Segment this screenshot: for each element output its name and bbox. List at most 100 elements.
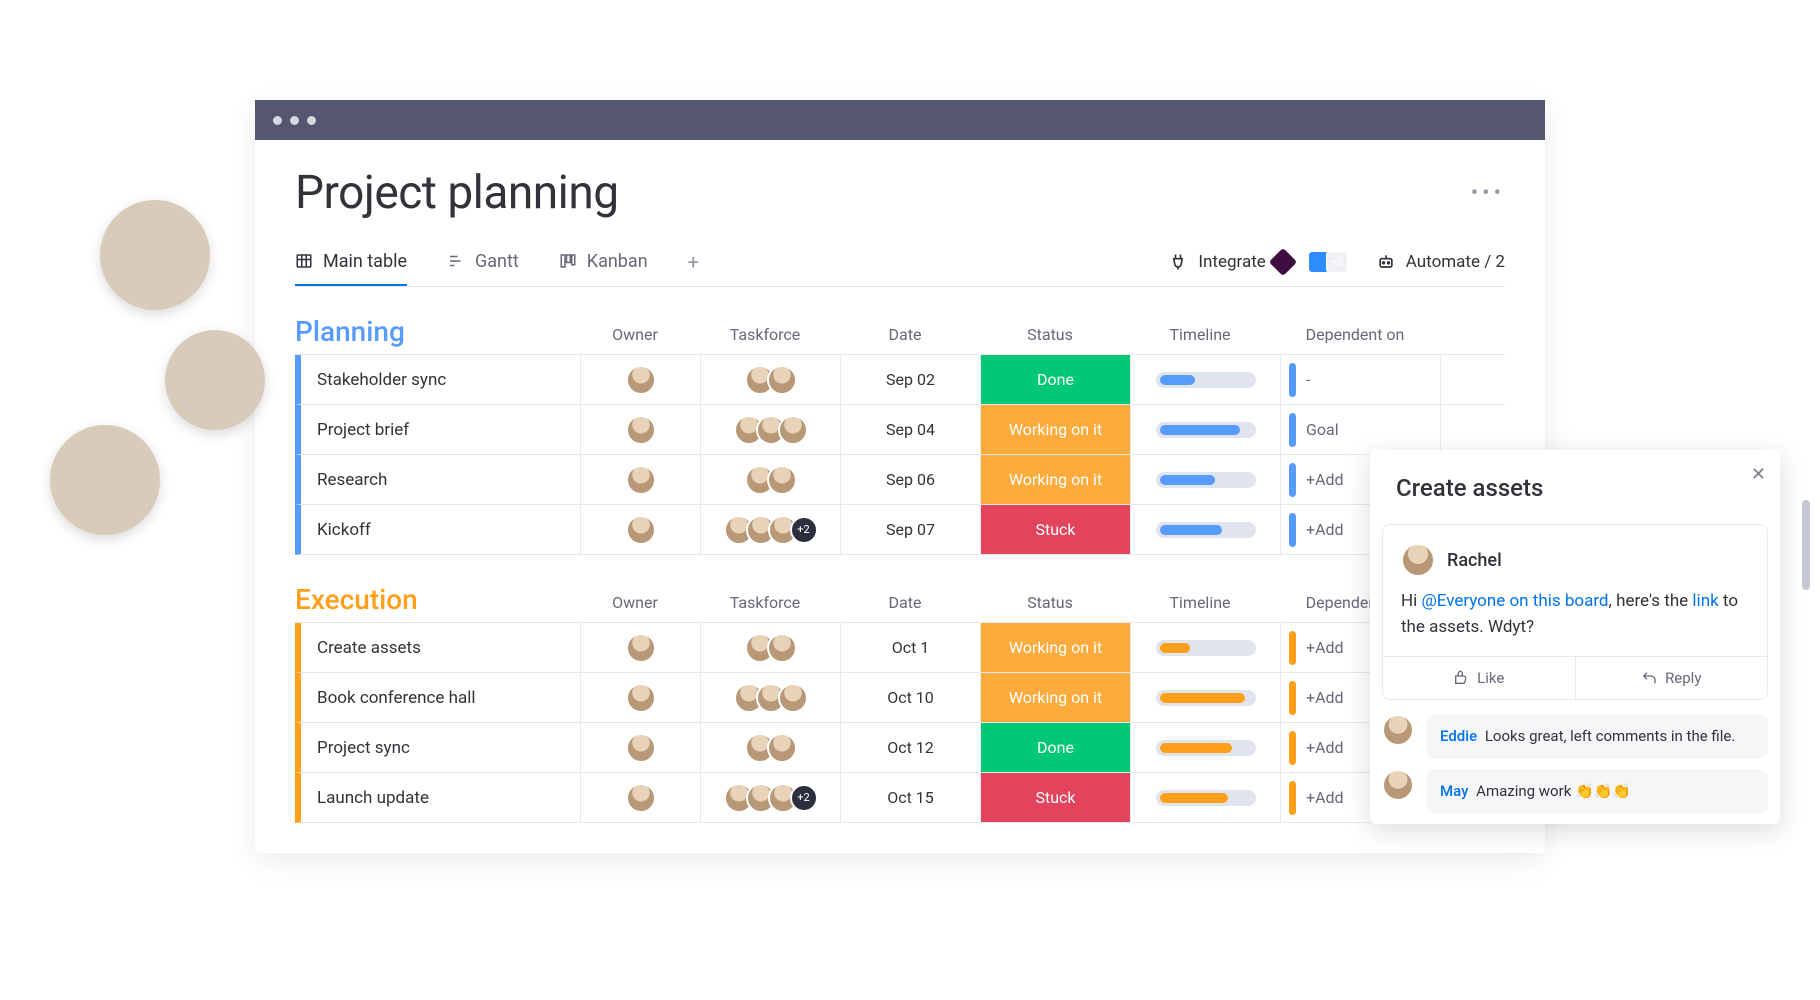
date-cell[interactable]: Sep 07	[841, 505, 981, 554]
task-name[interactable]: Project sync	[301, 723, 581, 772]
date-cell[interactable]: Sep 06	[841, 455, 981, 504]
more-menu-icon[interactable]: •••	[1471, 181, 1505, 206]
avatar[interactable]	[767, 633, 797, 663]
table-row[interactable]: Project sync Oct 12 Done +Add	[295, 723, 1505, 773]
column-header-owner[interactable]: Owner	[575, 325, 695, 348]
timeline-cell[interactable]	[1131, 405, 1281, 454]
avatar[interactable]	[626, 783, 656, 813]
mention[interactable]: @Everyone on this board	[1421, 591, 1608, 611]
integrate-button[interactable]: Integrate M +2	[1168, 251, 1347, 273]
date-cell[interactable]: Oct 1	[841, 623, 981, 672]
column-header-date[interactable]: Date	[835, 593, 975, 616]
taskforce-cell[interactable]	[701, 405, 841, 454]
status-cell[interactable]: Working on it	[981, 673, 1131, 722]
column-header-taskforce[interactable]: Taskforce	[695, 593, 835, 616]
timeline-cell[interactable]	[1131, 455, 1281, 504]
task-name[interactable]: Project brief	[301, 405, 581, 454]
avatar[interactable]	[626, 733, 656, 763]
avatar[interactable]	[626, 515, 656, 545]
taskforce-cell[interactable]	[701, 355, 841, 404]
taskforce-cell[interactable]	[701, 455, 841, 504]
status-cell[interactable]: Working on it	[981, 455, 1131, 504]
dependent-cell[interactable]: -	[1281, 355, 1441, 404]
dependent-cell[interactable]: Goal	[1281, 405, 1441, 454]
task-name[interactable]: Book conference hall	[301, 673, 581, 722]
task-name[interactable]: Stakeholder sync	[301, 355, 581, 404]
owner-cell[interactable]	[581, 773, 701, 822]
table-row[interactable]: Research Sep 06 Working on it +Add	[295, 455, 1505, 505]
taskforce-cell[interactable]	[701, 623, 841, 672]
avatar-overflow[interactable]: +2	[790, 516, 818, 544]
tab-main-table[interactable]: Main table	[295, 251, 407, 286]
table-row[interactable]: Project brief Sep 04 Working on it Goal	[295, 405, 1505, 455]
reply-author[interactable]: Eddie	[1440, 727, 1477, 745]
avatar[interactable]	[778, 683, 808, 713]
status-cell[interactable]: Done	[981, 723, 1131, 772]
group-title[interactable]: Execution	[295, 583, 575, 616]
table-row[interactable]: Create assets Oct 1 Working on it +Add	[295, 623, 1505, 673]
owner-cell[interactable]	[581, 405, 701, 454]
taskforce-cell[interactable]	[701, 723, 841, 772]
window-control[interactable]	[307, 116, 316, 125]
window-control[interactable]	[273, 116, 282, 125]
avatar[interactable]	[626, 415, 656, 445]
owner-cell[interactable]	[581, 505, 701, 554]
timeline-cell[interactable]	[1131, 623, 1281, 672]
column-header-owner[interactable]: Owner	[575, 593, 695, 616]
status-cell[interactable]: Working on it	[981, 405, 1131, 454]
table-row[interactable]: Stakeholder sync Sep 02 Done -	[295, 355, 1505, 405]
task-name[interactable]: Kickoff	[301, 505, 581, 554]
column-header-status[interactable]: Status	[975, 325, 1125, 348]
avatar[interactable]	[626, 465, 656, 495]
taskforce-cell[interactable]: +2	[701, 505, 841, 554]
reply-button[interactable]: Reply	[1576, 657, 1768, 699]
column-header-timeline[interactable]: Timeline	[1125, 593, 1275, 616]
date-cell[interactable]: Oct 12	[841, 723, 981, 772]
status-cell[interactable]: Stuck	[981, 773, 1131, 822]
avatar[interactable]	[626, 365, 656, 395]
avatar[interactable]	[767, 733, 797, 763]
column-header-dependent[interactable]: Dependent on	[1275, 325, 1435, 348]
owner-cell[interactable]	[581, 673, 701, 722]
table-row[interactable]: Kickoff +2 Sep 07 Stuck +Add	[295, 505, 1505, 555]
column-header-date[interactable]: Date	[835, 325, 975, 348]
table-row[interactable]: Book conference hall Oct 10 Working on i…	[295, 673, 1505, 723]
avatar[interactable]	[767, 365, 797, 395]
close-icon[interactable]: ✕	[1751, 464, 1766, 485]
owner-cell[interactable]	[581, 355, 701, 404]
date-cell[interactable]: Oct 10	[841, 673, 981, 722]
status-cell[interactable]: Done	[981, 355, 1131, 404]
avatar[interactable]	[626, 633, 656, 663]
timeline-cell[interactable]	[1131, 673, 1281, 722]
date-cell[interactable]: Sep 04	[841, 405, 981, 454]
like-button[interactable]: Like	[1383, 657, 1576, 699]
owner-cell[interactable]	[581, 623, 701, 672]
taskforce-cell[interactable]	[701, 673, 841, 722]
owner-cell[interactable]	[581, 455, 701, 504]
tab-kanban[interactable]: Kanban	[559, 251, 648, 286]
date-cell[interactable]: Oct 15	[841, 773, 981, 822]
task-name[interactable]: Create assets	[301, 623, 581, 672]
column-header-status[interactable]: Status	[975, 593, 1125, 616]
timeline-cell[interactable]	[1131, 723, 1281, 772]
timeline-cell[interactable]	[1131, 773, 1281, 822]
window-control[interactable]	[290, 116, 299, 125]
table-row[interactable]: Launch update +2 Oct 15 Stuck +Add	[295, 773, 1505, 823]
date-cell[interactable]: Sep 02	[841, 355, 981, 404]
taskforce-cell[interactable]: +2	[701, 773, 841, 822]
owner-cell[interactable]	[581, 723, 701, 772]
avatar-overflow[interactable]: +2	[790, 784, 818, 812]
timeline-cell[interactable]	[1131, 355, 1281, 404]
column-header-taskforce[interactable]: Taskforce	[695, 325, 835, 348]
add-view-button[interactable]: +	[688, 250, 699, 286]
reply-author[interactable]: May	[1440, 782, 1468, 800]
avatar[interactable]	[767, 465, 797, 495]
avatar[interactable]	[778, 415, 808, 445]
status-cell[interactable]: Working on it	[981, 623, 1131, 672]
group-title[interactable]: Planning	[295, 315, 575, 348]
link[interactable]: link	[1692, 591, 1718, 611]
scrollbar[interactable]	[1802, 500, 1810, 590]
automate-button[interactable]: Automate / 2	[1376, 252, 1505, 272]
avatar[interactable]	[626, 683, 656, 713]
task-name[interactable]: Research	[301, 455, 581, 504]
